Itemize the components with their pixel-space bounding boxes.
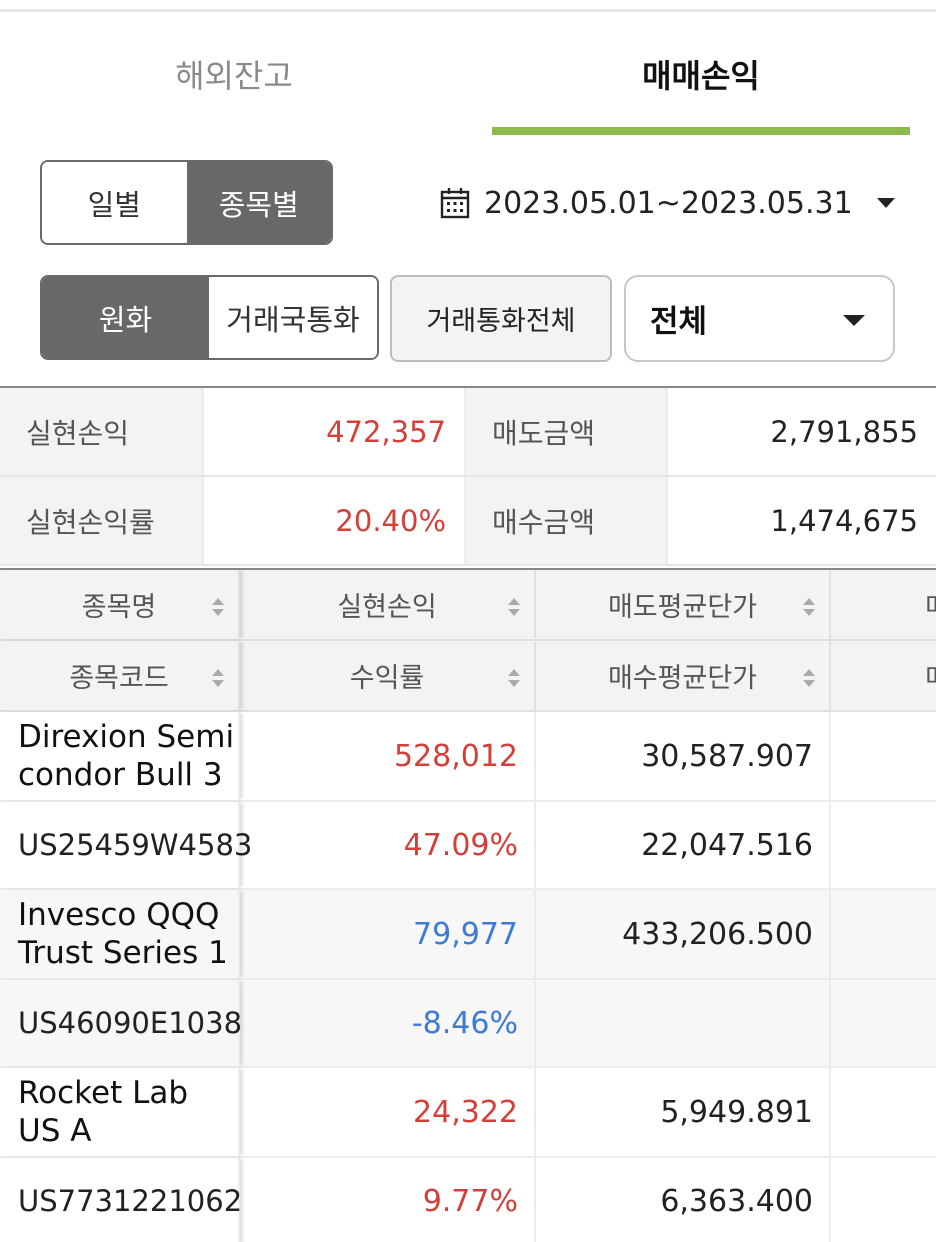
sell-amount-label: 매도금액 — [464, 388, 666, 475]
sort-icon — [803, 669, 815, 689]
table-row[interactable]: Direxion Semi condor Bull 3 528,012 30,5… — [0, 712, 936, 802]
sort-icon — [212, 598, 224, 618]
summary-row: 실현손익 472,357 매도금액 2,791,855 — [0, 388, 936, 477]
col-header-sell-avg-price[interactable]: 매도평균단가 — [536, 570, 831, 639]
col-header-truncated[interactable]: 매 — [831, 570, 936, 639]
realized-rate-label: 실현손익률 — [0, 477, 202, 564]
sell-avg-price: 30,587.907 — [536, 712, 831, 800]
return-rate: -8.46% — [240, 980, 536, 1066]
all-currency-button[interactable]: 거래통화전체 — [390, 275, 612, 362]
sort-icon — [212, 669, 224, 689]
return-rate: 47.09% — [240, 802, 536, 888]
col-header-stock-code[interactable]: 종목코드 — [0, 641, 240, 710]
stock-name: Invesco QQQ Trust Series 1 — [0, 890, 240, 978]
filter-select-value: 전체 — [650, 304, 708, 340]
stock-code: US46090E1038 — [0, 980, 242, 1066]
toggle-daily[interactable]: 일별 — [42, 162, 187, 243]
realized-pl-value: 472,357 — [202, 388, 464, 475]
col-header-buy-avg-price[interactable]: 매수평균단가 — [536, 641, 831, 710]
tab-bar: 해외잔고 매매손익 — [0, 12, 936, 136]
chevron-down-icon — [843, 315, 865, 326]
truncated-cell — [831, 802, 936, 888]
active-tab-indicator — [492, 127, 910, 135]
stock-code: US7731221062 — [0, 1158, 242, 1242]
table-row[interactable]: Rocket Lab US A 24,322 5,949.891 — [0, 1068, 936, 1158]
summary-row: 실현손익률 20.40% 매수금액 1,474,675 — [0, 477, 936, 566]
toggle-won[interactable]: 원화 — [42, 277, 209, 358]
buy-avg-price: 6,363.400 — [536, 1158, 831, 1242]
chevron-down-icon — [876, 198, 895, 208]
view-toggle: 일별 종목별 — [40, 160, 333, 245]
sell-amount-value: 2,791,855 — [666, 388, 936, 475]
col-header-stock-name[interactable]: 종목명 — [0, 570, 240, 639]
table-row[interactable]: US46090E1038 -8.46% — [0, 980, 936, 1068]
realized-rate-value: 20.40% — [202, 477, 464, 564]
sell-avg-price: 433,206.500 — [536, 890, 831, 978]
realized-pl: 24,322 — [240, 1068, 536, 1156]
tab-overseas-balance[interactable]: 해외잔고 — [0, 12, 468, 136]
truncated-cell — [831, 1068, 936, 1156]
date-range-picker[interactable]: 2023.05.01~2023.05.31 — [440, 176, 895, 230]
realized-pl: 79,977 — [240, 890, 536, 978]
buy-amount-label: 매수금액 — [464, 477, 666, 564]
grid-header-row: 종목명 실현손익 매도평균단가 매 — [0, 570, 936, 641]
realized-pl-label: 실현손익 — [0, 388, 202, 475]
truncated-cell — [831, 980, 936, 1066]
calendar-icon — [440, 188, 470, 219]
toggle-trade-currency[interactable]: 거래국통화 — [209, 277, 377, 358]
table-row[interactable]: US7731221062 9.77% 6,363.400 — [0, 1158, 936, 1242]
holdings-grid: 종목명 실현손익 매도평균단가 매 종목코드 수익률 매수평균단가 매 Dire… — [0, 568, 936, 1242]
sell-avg-price: 5,949.891 — [536, 1068, 831, 1156]
toggle-by-stock[interactable]: 종목별 — [186, 162, 331, 243]
realized-pl: 528,012 — [240, 712, 536, 800]
summary-table: 실현손익 472,357 매도금액 2,791,855 실현손익률 20.40%… — [0, 386, 936, 566]
currency-toggle: 원화 거래국통화 — [40, 275, 379, 360]
buy-avg-price — [536, 980, 831, 1066]
top-status-strip — [0, 0, 936, 12]
grid-header-row: 종목코드 수익률 매수평균단가 매 — [0, 641, 936, 712]
truncated-cell — [831, 890, 936, 978]
buy-avg-price: 22,047.516 — [536, 802, 831, 888]
date-range-text: 2023.05.01~2023.05.31 — [484, 185, 853, 221]
table-row[interactable]: US25459W4583 47.09% 22,047.516 — [0, 802, 936, 890]
table-row[interactable]: Invesco QQQ Trust Series 1 79,977 433,20… — [0, 890, 936, 980]
filter-select[interactable]: 전체 — [624, 275, 895, 362]
return-rate: 9.77% — [240, 1158, 536, 1242]
tab-trading-pl[interactable]: 매매손익 — [492, 12, 910, 136]
truncated-cell — [831, 1158, 936, 1242]
stock-name: Direxion Semi condor Bull 3 — [0, 712, 240, 800]
truncated-cell — [831, 712, 936, 800]
buy-amount-value: 1,474,675 — [666, 477, 936, 564]
stock-name: Rocket Lab US A — [0, 1068, 240, 1156]
sort-icon — [508, 669, 520, 689]
col-header-truncated[interactable]: 매 — [831, 641, 936, 710]
sort-icon — [508, 598, 520, 618]
sort-icon — [803, 598, 815, 618]
col-header-return-rate[interactable]: 수익률 — [240, 641, 536, 710]
stock-code: US25459W4583 — [0, 802, 252, 888]
col-header-realized-pl[interactable]: 실현손익 — [240, 570, 536, 639]
